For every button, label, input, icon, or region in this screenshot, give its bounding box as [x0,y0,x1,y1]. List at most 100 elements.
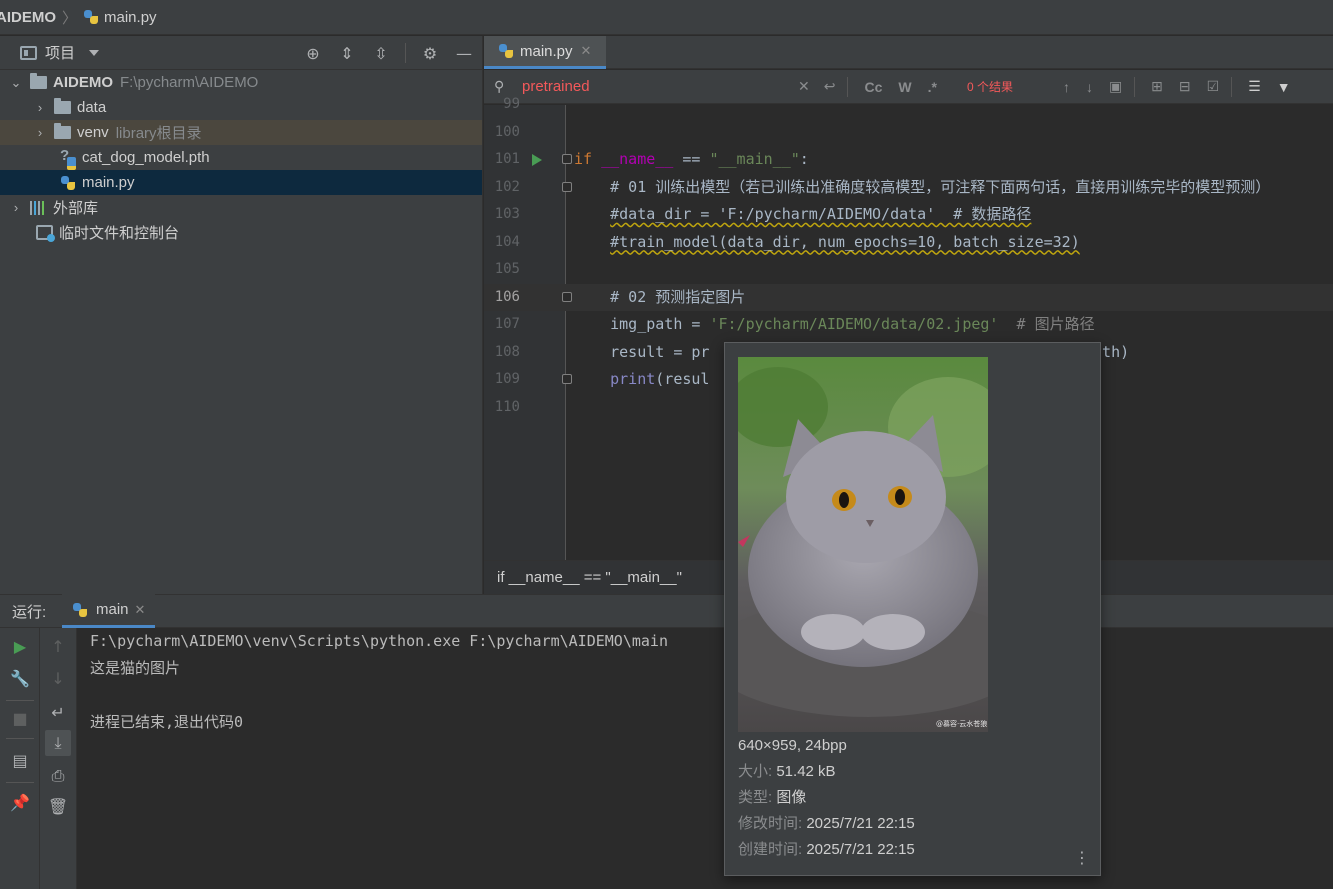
project-toolbar: ⊕ ⇕ ⇳ ⚙ — [303,36,474,70]
soft-wrap-icon[interactable]: ↵ [48,702,68,722]
run-panel-header: 运行: main ✕ [0,594,1333,628]
chevron-down-icon[interactable]: ⌄ [10,75,22,91]
expand-all-icon[interactable]: ⇕ [337,43,357,63]
image-size-row: 大小: 51.42 kB [738,759,915,785]
folder-icon [30,73,47,89]
folder-icon [54,123,71,139]
rerun-icon[interactable]: ▶ [10,636,30,656]
run-toolbar-primary: ▶ 🔧 ■ ▤ 📌 [0,628,40,889]
code-text: img_path = 'F:/pycharm/AIDEMO/data/02.jp… [574,315,1095,333]
print-icon[interactable]: ⎙ [48,766,68,786]
tree-item-label: main.py [82,174,135,191]
code-line: 103 #data_dir = 'F:/pycharm/AIDEMO/data'… [484,201,1333,229]
code-line: 107 img_path = 'F:/pycharm/AIDEMO/data/0… [484,311,1333,339]
breadcrumb-separator: 〉 [62,8,78,27]
code-text: # 01 训练出模型（若已训练出准确度较高模型，可注释下面两句话，直接用训练完毕… [574,177,1271,196]
tab-label: main.py [520,42,573,60]
tree-item-main-py[interactable]: main.py [0,170,482,195]
console-line: 这是猫的图片 [90,659,181,677]
code-line-current: 106 # 02 预测指定图片 [484,283,1333,311]
trash-icon[interactable]: 🗑 [48,796,68,816]
fold-marker-icon[interactable] [562,374,572,384]
line-number: 109 [494,371,520,387]
tab-main-py[interactable]: main.py ✕ [484,36,606,69]
code-text: #train_model(data_dir, num_epochs=10, ba… [610,232,1080,251]
unknown-file-icon [60,147,76,170]
breadcrumb-file[interactable]: main.py [104,9,157,26]
code-line: 99 [484,91,1333,119]
tree-item-label: 临时文件和控制台 [59,225,180,242]
modified-value: 2025/7/21 22:15 [806,815,915,832]
run-tab-main[interactable]: main ✕ [62,594,156,628]
python-file-icon [60,175,76,191]
line-number: 102 [494,178,520,195]
close-icon[interactable]: ✕ [581,43,592,59]
console-output[interactable]: F:\pycharm\AIDEMO\venv\Scripts\python.ex… [90,628,668,736]
chevron-right-icon[interactable]: › [34,100,46,115]
line-number: 106 [494,288,520,305]
tree-item-scratches[interactable]: 临时文件和控制台 [0,220,482,245]
tree-item-external-libraries[interactable]: › 外部库 [0,195,482,220]
run-panel: 运行: main ✕ ▶ 🔧 ■ ▤ 📌 ↑ ↓ ↵ ⤓ ⎙ 🗑 F:\pych… [0,594,1333,889]
toolbar-divider [6,782,34,783]
code-text: if __name__ == "__main__": [574,150,809,168]
python-file-icon [498,43,514,59]
fold-marker-icon[interactable] [562,181,572,192]
line-number: 105 [494,261,520,277]
python-file-icon [72,602,88,618]
up-arrow-icon[interactable]: ↑ [48,636,68,656]
image-created-row: 创建时间: 2025/7/21 22:15 [738,837,915,863]
code-line: 100 [484,119,1333,147]
chevron-down-icon[interactable] [89,49,100,56]
chevron-right-icon[interactable]: › [34,125,46,140]
cat-image-preview: @慕容·云水苍狼 [738,357,988,732]
console-line: 进程已结束,退出代码0 [90,713,244,731]
minimize-icon[interactable]: — [454,43,474,63]
tree-item-path: F:\pycharm\AIDEMO [120,74,259,91]
close-icon[interactable]: ✕ [135,602,146,618]
code-line: 102 # 01 训练出模型（若已训练出准确度较高模型，可注释下面两句话，直接用… [484,174,1333,202]
run-gutter-icon[interactable] [532,154,542,166]
locate-file-icon[interactable]: ⊕ [303,43,323,63]
code-text: # 02 预测指定图片 [574,287,746,306]
scroll-to-end-icon[interactable]: ⤓ [45,730,71,756]
toolbar-divider [6,700,34,701]
console-line: F:\pycharm\AIDEMO\venv\Scripts\python.ex… [90,632,668,650]
breadcrumb-project[interactable]: AIDEMO [0,9,56,26]
breadcrumb-scope[interactable]: if __name__ == "__main__" [497,569,682,586]
code-line: 105 [484,256,1333,284]
tree-item-model-file[interactable]: cat_dog_model.pth [0,145,482,170]
chevron-right-icon[interactable]: › [10,200,22,215]
project-view-icon [20,45,37,60]
wrench-icon[interactable]: 🔧 [10,668,30,688]
line-number: 108 [494,343,520,360]
tree-item-aidemo[interactable]: ⌄ AIDEMO F:\pycharm\AIDEMO [0,70,482,95]
tree-item-data[interactable]: › data [0,95,482,120]
line-number: 103 [494,206,520,222]
code-line: 104 #train_model(data_dir, num_epochs=10… [484,229,1333,257]
project-panel-title[interactable]: 项目 [45,42,75,63]
tree-item-venv[interactable]: › venv library根目录 [0,120,482,145]
fold-marker-icon[interactable] [562,154,572,164]
tree-item-label: cat_dog_model.pth [82,149,210,166]
gear-icon[interactable]: ⚙ [420,43,440,63]
code-line: 101 if __name__ == "__main__": [484,146,1333,174]
image-type-row: 类型: 图像 [738,785,915,811]
down-arrow-icon[interactable]: ↓ [48,668,68,688]
code-text: #data_dir = 'F:/pycharm/AIDEMO/data' # 数… [610,205,1032,223]
line-number: 100 [494,123,520,140]
line-number: 104 [494,233,520,250]
stop-icon[interactable]: ■ [10,708,30,728]
navigation-bar: AIDEMO 〉 main.py [0,0,1333,35]
pin-icon[interactable]: 📌 [10,792,30,812]
more-options-icon[interactable]: ⋮ [1074,848,1090,867]
project-panel-header: 项目 ⊕ ⇕ ⇳ ⚙ — [0,36,482,70]
layout-icon[interactable]: ▤ [10,750,30,770]
fold-marker-icon[interactable] [562,291,572,302]
toolbar-divider [405,43,406,63]
type-label: 类型: [738,789,773,806]
collapse-all-icon[interactable]: ⇳ [371,43,391,63]
scratches-icon [36,225,55,242]
image-dimensions: 640×959, 24bpp [738,737,847,754]
